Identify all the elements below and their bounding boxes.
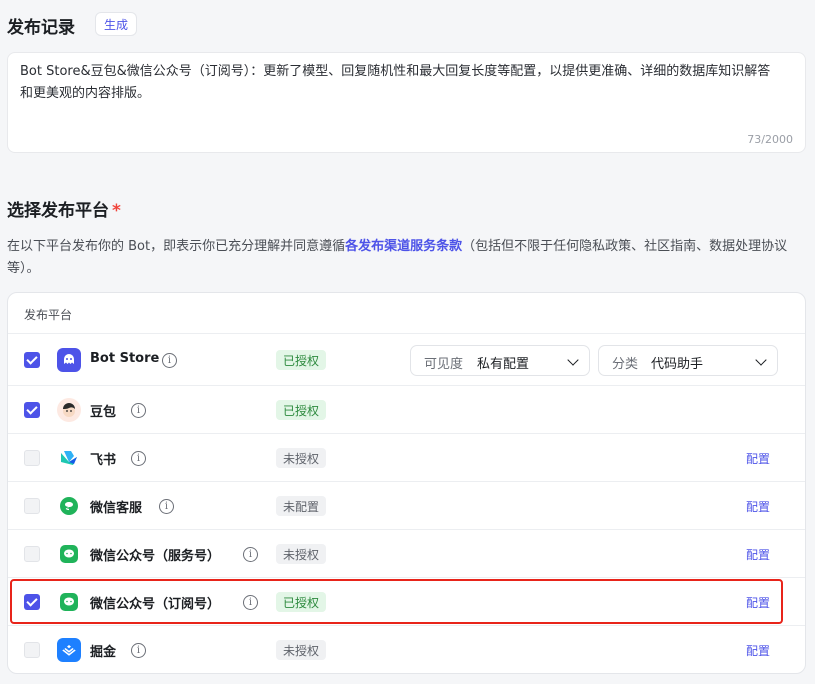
feishu-checkbox[interactable]	[24, 450, 40, 466]
bot-store-icon	[57, 348, 81, 372]
visibility-label: 可见度	[424, 357, 464, 372]
platform-name: 微信公众号（订阅号）	[90, 597, 221, 612]
platform-row-juejin: 掘金 i 未授权 配置	[8, 626, 805, 673]
char-counter: 73/2000	[747, 133, 793, 146]
visibility-value: 私有配置	[477, 357, 530, 372]
release-notes-textarea[interactable]: Bot Store&豆包&微信公众号（订阅号）：更新了模型、回复随机性和最大回复…	[7, 52, 806, 153]
chevron-down-icon	[755, 354, 767, 366]
platform-name: 豆包	[90, 405, 117, 420]
desc-before: 在以下平台发布你的 Bot，即表示你已充分理解并同意遵循	[7, 239, 346, 254]
status-badge: 已授权	[276, 592, 327, 612]
generate-button[interactable]: 生成	[95, 12, 137, 36]
status-badge: 未授权	[276, 640, 327, 660]
juejin-checkbox[interactable]	[24, 642, 40, 658]
release-title: 发布记录	[7, 18, 75, 38]
platform-name: 微信客服	[90, 501, 143, 516]
platform-row-doubao: 豆包 i 已授权	[8, 386, 805, 434]
platform-name: 微信公众号（服务号）	[90, 549, 221, 564]
info-icon[interactable]: i	[131, 451, 146, 466]
category-select[interactable]: 分类 代码助手	[598, 345, 778, 376]
config-link[interactable]: 配置	[746, 450, 770, 467]
platform-section-title: 选择发布平台 *	[7, 196, 121, 221]
column-header-platform: 发布平台	[24, 308, 73, 322]
info-icon[interactable]: i	[243, 595, 258, 610]
wechat-oa-subscription-checkbox[interactable]	[24, 594, 40, 610]
info-icon[interactable]: i	[162, 353, 177, 368]
platform-row-wechat-oa-subscription: 微信公众号（订阅号） i 已授权 配置	[8, 578, 805, 626]
info-icon[interactable]: i	[131, 643, 146, 658]
platform-name: 掘金	[90, 645, 117, 660]
platform-row-bot-store: Bot Store i 已授权 可见度 私有配置 分类 代码助手	[8, 334, 805, 386]
required-mark: *	[112, 201, 121, 221]
platform-terms-description: 在以下平台发布你的 Bot，即表示你已充分理解并同意遵循各发布渠道服务条款（包括…	[7, 236, 807, 280]
juejin-icon	[57, 638, 81, 662]
doubao-checkbox[interactable]	[24, 402, 40, 418]
table-header: 发布平台	[8, 293, 805, 334]
status-badge: 已授权	[276, 400, 327, 420]
wechat-oa-service-checkbox[interactable]	[24, 546, 40, 562]
platform-name: Bot Store	[90, 351, 160, 366]
category-value: 代码助手	[651, 357, 704, 372]
status-badge: 未授权	[276, 448, 327, 468]
status-badge: 已授权	[276, 350, 327, 370]
config-link[interactable]: 配置	[746, 642, 770, 659]
config-link[interactable]: 配置	[746, 594, 770, 611]
config-link[interactable]: 配置	[746, 498, 770, 515]
info-icon[interactable]: i	[159, 499, 174, 514]
platform-table: 发布平台 Bot Store i 已授权 可见度 私有配置 分类 代码助手 豆包…	[7, 292, 806, 674]
platform-name: 飞书	[90, 453, 117, 468]
doubao-icon	[57, 398, 81, 422]
platform-row-wechat-service: 微信客服 i 未配置 配置	[8, 482, 805, 530]
status-badge: 未配置	[276, 496, 327, 516]
terms-link[interactable]: 各发布渠道服务条款	[345, 239, 462, 254]
wechat-icon	[57, 494, 81, 518]
release-notes-text: Bot Store&豆包&微信公众号（订阅号）：更新了模型、回复随机性和最大回复…	[20, 64, 771, 101]
category-label: 分类	[612, 357, 639, 372]
wechat-icon	[57, 542, 81, 566]
wechat-icon	[57, 590, 81, 614]
platform-row-feishu: 飞书 i 未授权 配置	[8, 434, 805, 482]
feishu-icon	[57, 446, 81, 470]
platform-section-title-text: 选择发布平台	[7, 201, 109, 221]
info-icon[interactable]: i	[131, 403, 146, 418]
wechat-service-checkbox[interactable]	[24, 498, 40, 514]
bot-store-checkbox[interactable]	[24, 352, 40, 368]
info-icon[interactable]: i	[243, 547, 258, 562]
status-badge: 未授权	[276, 544, 327, 564]
platform-row-wechat-oa-service: 微信公众号（服务号） i 未授权 配置	[8, 530, 805, 578]
chevron-down-icon	[567, 354, 579, 366]
visibility-select[interactable]: 可见度 私有配置	[410, 345, 590, 376]
config-link[interactable]: 配置	[746, 546, 770, 563]
